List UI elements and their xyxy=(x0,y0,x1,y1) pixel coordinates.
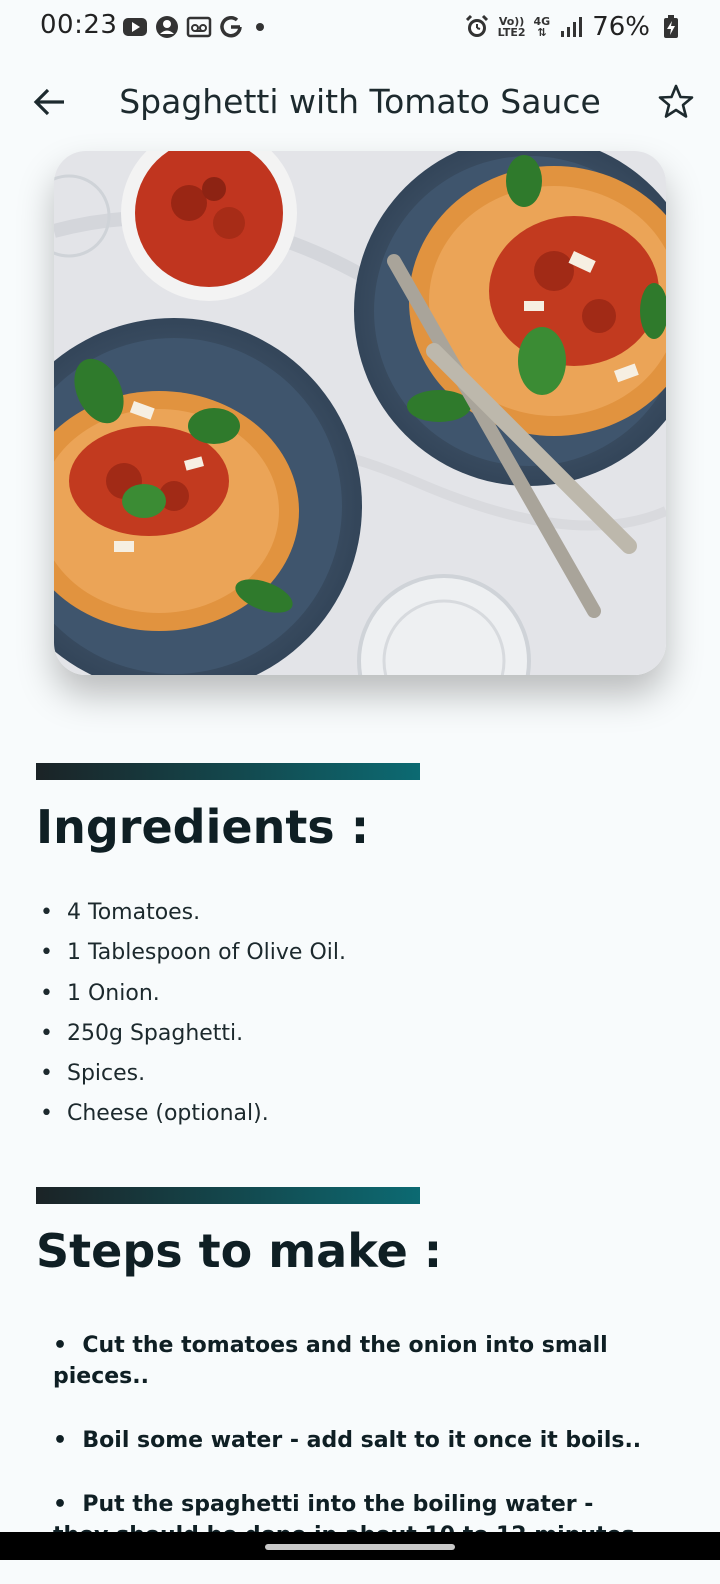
system-icons: Vo)) LTE2 4G ⇅ 76% xyxy=(464,12,684,42)
star-outline-icon xyxy=(658,84,694,118)
list-item: • 4 Tomatoes. xyxy=(40,896,346,936)
system-nav-bar xyxy=(0,1532,720,1560)
recipe-image xyxy=(54,151,666,675)
list-item: • 250g Spaghetti. xyxy=(40,1017,346,1057)
list-item: • 1 Onion. xyxy=(40,977,346,1017)
favorite-button[interactable] xyxy=(656,82,696,122)
list-item: • Spices. xyxy=(40,1057,346,1097)
ingredients-heading: Ingredients : xyxy=(36,800,370,854)
home-gesture-handle[interactable] xyxy=(265,1544,455,1550)
notification-icons xyxy=(122,14,264,40)
list-item: • Cheese (optional). xyxy=(40,1097,346,1137)
status-time: 00:23 xyxy=(40,10,118,40)
ingredients-list: • 4 Tomatoes. • 1 Tablespoon of Olive Oil.… xyxy=(40,896,346,1138)
app-bar: Spaghetti with Tomato Sauce xyxy=(0,70,720,136)
bullet-icon: • xyxy=(40,1101,53,1127)
page-title: Spaghetti with Tomato Sauce xyxy=(119,82,601,121)
google-icon xyxy=(218,14,244,40)
youtube-icon xyxy=(122,14,148,40)
battery-charging-icon xyxy=(658,14,684,40)
bullet-icon: • xyxy=(40,1061,53,1087)
voicemail-icon xyxy=(186,14,212,40)
data-indicator: 4G ⇅ xyxy=(533,15,551,39)
bullet-icon: • xyxy=(40,940,53,966)
steps-divider xyxy=(36,1187,420,1204)
account-icon xyxy=(154,14,180,40)
list-item: • 1 Tablespoon of Olive Oil. xyxy=(40,936,346,976)
bullet-icon: • xyxy=(40,900,53,925)
battery-percent: 76% xyxy=(592,12,650,42)
steps-heading: Steps to make : xyxy=(36,1224,443,1278)
status-bar: 00:23 Vo)) LTE2 4G ⇅ 76% xyxy=(0,0,720,56)
bullet-icon: • xyxy=(40,1020,53,1046)
data-arrows-icon: ⇅ xyxy=(537,26,547,39)
step-item: • Boil some water - add salt to it once … xyxy=(53,1428,642,1453)
step-item: • Cut the tomatoes and the onion into sm… xyxy=(53,1333,608,1389)
more-notifications-icon xyxy=(256,23,264,31)
bullet-icon: • xyxy=(40,980,53,1006)
alarm-icon xyxy=(464,14,490,40)
signal-icon xyxy=(558,14,584,40)
ingredients-divider xyxy=(36,763,420,780)
volte-indicator: Vo)) LTE2 xyxy=(497,15,526,39)
